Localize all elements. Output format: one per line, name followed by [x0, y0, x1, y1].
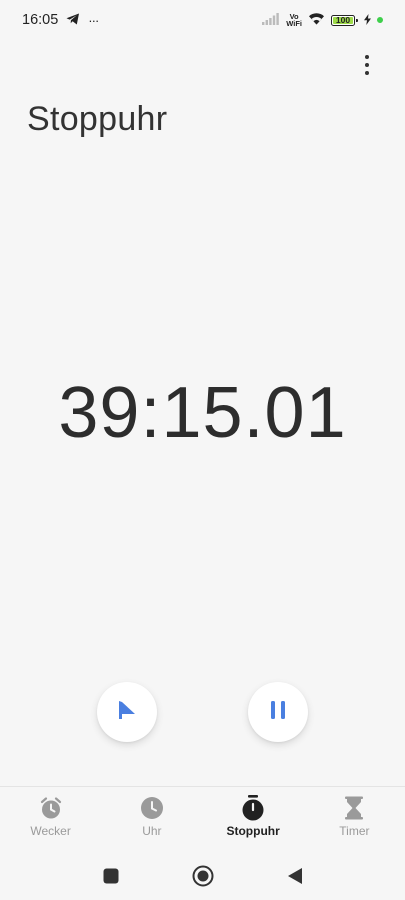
recents-icon[interactable] [100, 865, 122, 887]
charging-icon [364, 12, 371, 28]
nav-label-timer: Timer [339, 824, 370, 838]
flag-icon [116, 699, 138, 726]
pause-button[interactable] [248, 682, 308, 742]
status-left: 16:05 ··· [22, 12, 99, 28]
signal-icon [262, 12, 280, 28]
battery-icon: 100 [331, 14, 358, 26]
nav-label-stoppuhr: Stoppuhr [226, 824, 280, 838]
nav-label-uhr: Uhr [142, 824, 162, 838]
status-right: Vo WiFi 100 [262, 12, 383, 28]
home-icon[interactable] [192, 865, 214, 887]
page-title: Stoppuhr [27, 100, 168, 138]
nav-label-wecker: Wecker [30, 824, 71, 838]
nav-item-wecker[interactable]: Wecker [1, 795, 101, 838]
telegram-icon [66, 12, 80, 28]
stopwatch-icon [240, 795, 266, 821]
status-overflow: ··· [88, 12, 99, 28]
vowifi-bottom: WiFi [286, 19, 302, 28]
status-bar: 16:05 ··· Vo WiFi 100 [0, 0, 405, 40]
system-nav [0, 852, 405, 900]
nav-item-uhr[interactable]: Uhr [102, 795, 202, 838]
battery-level: 100 [335, 14, 351, 25]
stopwatch-time: 39:15.01 [58, 373, 347, 453]
more-vert-icon[interactable] [355, 53, 379, 77]
pause-icon [268, 700, 288, 725]
lap-button[interactable] [97, 682, 157, 742]
hourglass-icon [341, 795, 367, 821]
wifi-icon [308, 12, 325, 28]
nav-item-timer[interactable]: Timer [304, 795, 404, 838]
status-time: 16:05 [22, 12, 59, 28]
bottom-nav: Wecker Uhr Stoppuhr Timer [0, 786, 405, 846]
charge-dot [377, 17, 383, 23]
vowifi-indicator: Vo WiFi [286, 13, 302, 28]
back-icon[interactable] [284, 865, 306, 887]
alarm-icon [38, 795, 64, 821]
nav-item-stoppuhr[interactable]: Stoppuhr [203, 795, 303, 838]
clock-icon [139, 795, 165, 821]
